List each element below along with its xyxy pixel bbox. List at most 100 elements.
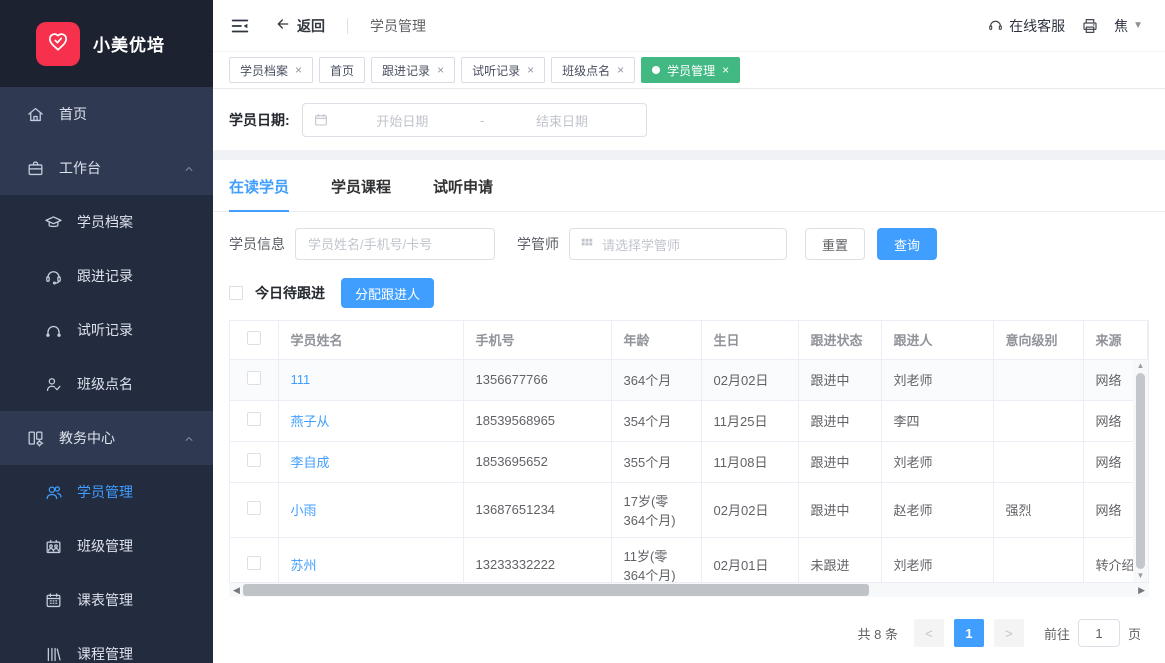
sidebar-item-class-rollcall[interactable]: 班级点名 (0, 357, 213, 411)
row-checkbox[interactable] (247, 501, 261, 515)
close-icon[interactable]: × (617, 64, 624, 76)
close-icon[interactable]: × (527, 64, 534, 76)
panels-gear-icon (26, 429, 45, 448)
sidebar-item-student-files[interactable]: 学员档案 (0, 195, 213, 249)
sidebar-item-class-management[interactable]: 班级管理 (0, 519, 213, 573)
cell-status: 跟进中 (798, 359, 881, 400)
tag-class-rollcall[interactable]: 班级点名 × (551, 57, 635, 83)
chevron-up-icon (183, 162, 195, 174)
printer-icon[interactable] (1081, 17, 1098, 34)
close-icon[interactable]: × (295, 64, 302, 76)
pagination: 共 8 条 < 1 > 前往 页 (213, 597, 1165, 647)
col-header-phone[interactable]: 手机号 (463, 321, 611, 359)
today-follow-checkbox[interactable] (229, 286, 243, 300)
search-button[interactable]: 查询 (877, 228, 937, 260)
headset-mic-icon (44, 267, 63, 286)
col-header-name[interactable]: 学员姓名 (278, 321, 463, 359)
col-header-status[interactable]: 跟进状态 (798, 321, 881, 359)
vertical-scroll-thumb[interactable] (1136, 373, 1145, 569)
close-icon[interactable]: × (437, 64, 444, 76)
cell-birthday: 02月02日 (701, 359, 798, 400)
brand-logo (36, 22, 80, 66)
tag-label: 学员档案 (240, 62, 288, 79)
sidebar-item-label: 首页 (59, 104, 87, 124)
sidebar-item-course-management[interactable]: 课程管理 (0, 627, 213, 663)
row-checkbox[interactable] (247, 556, 261, 570)
tag-student-files[interactable]: 学员档案 × (229, 57, 313, 83)
tab-student-courses[interactable]: 学员课程 (331, 176, 391, 212)
user-menu[interactable]: 焦 ▼ (1114, 16, 1143, 36)
sidebar-item-label: 班级管理 (77, 536, 133, 556)
sidebar-item-audition-records[interactable]: 试听记录 (0, 303, 213, 357)
tag-follow-records[interactable]: 跟进记录 × (371, 57, 455, 83)
sidebar-item-follow-records[interactable]: 跟进记录 (0, 249, 213, 303)
student-name-link[interactable]: 小雨 (291, 503, 317, 518)
page-1-button[interactable]: 1 (954, 619, 984, 647)
student-name-link[interactable]: 苏州 (291, 558, 317, 573)
sidebar-item-student-management[interactable]: 学员管理 (0, 465, 213, 519)
tab-enrolled-students[interactable]: 在读学员 (229, 176, 289, 212)
grid-icon (580, 237, 594, 251)
col-header-source[interactable]: 来源 (1083, 321, 1148, 359)
horizontal-scrollbar[interactable]: ◀ ▶ (229, 583, 1149, 597)
sidebar-item-label: 课表管理 (77, 590, 133, 610)
sidebar-item-home[interactable]: 首页 (0, 87, 213, 141)
back-button[interactable]: 返回 (275, 16, 325, 36)
tag-home[interactable]: 首页 (319, 57, 365, 83)
tag-student-management-active[interactable]: 学员管理 × (641, 57, 740, 83)
online-service-button[interactable]: 在线客服 (987, 16, 1065, 36)
content: 学员日期: 开始日期 - 结束日期 在读学员 学员课程 试听申请 (213, 89, 1165, 663)
tab-audition-applications[interactable]: 试听申请 (433, 176, 493, 212)
row-checkbox[interactable] (247, 453, 261, 467)
sidebar-item-timetable-management[interactable]: 课表管理 (0, 573, 213, 627)
scroll-left-icon[interactable]: ◀ (233, 586, 240, 595)
row-checkbox[interactable] (247, 371, 261, 385)
scroll-up-icon[interactable]: ▲ (1137, 362, 1145, 370)
date-range-picker[interactable]: 开始日期 - 结束日期 (302, 103, 647, 137)
students-table: 学员姓名 手机号 年龄 生日 跟进状态 跟进人 意向级别 来源 (229, 320, 1149, 583)
manager-select[interactable]: 请选择学管师 (569, 228, 787, 260)
student-name-link[interactable]: 李自成 (291, 455, 330, 470)
cell-follower: 刘老师 (881, 441, 993, 482)
assign-follower-button[interactable]: 分配跟进人 (341, 278, 434, 308)
sidebar-item-academic-center[interactable]: 教务中心 (0, 411, 213, 465)
cell-age: 17岁(零364个月) (611, 482, 701, 537)
cell-intent: 强烈 (993, 482, 1083, 537)
prev-page-button[interactable]: < (914, 619, 944, 647)
sidebar-item-label: 试听记录 (77, 320, 133, 340)
student-info-input[interactable] (295, 228, 495, 260)
scroll-right-icon[interactable]: ▶ (1138, 586, 1145, 595)
today-follow-label: 今日待跟进 (255, 283, 325, 303)
breadcrumb: 学员管理 (370, 16, 426, 36)
sidebar-item-label: 工作台 (59, 158, 101, 178)
col-header-follower[interactable]: 跟进人 (881, 321, 993, 359)
vertical-scrollbar[interactable]: ▲ ▼ (1133, 360, 1148, 582)
cell-age: 11岁(零364个月) (611, 537, 701, 583)
col-header-age[interactable]: 年龄 (611, 321, 701, 359)
row-checkbox[interactable] (247, 412, 261, 426)
horizontal-scroll-thumb[interactable] (243, 584, 869, 596)
close-icon[interactable]: × (722, 64, 729, 76)
col-header-intent[interactable]: 意向级别 (993, 321, 1083, 359)
reset-button[interactable]: 重置 (805, 228, 865, 260)
sidebar-item-workbench[interactable]: 工作台 (0, 141, 213, 195)
cell-birthday: 11月25日 (701, 400, 798, 441)
home-icon (26, 105, 45, 124)
person-check-icon (44, 375, 63, 394)
end-date-input[interactable]: 结束日期 (488, 111, 635, 130)
scroll-down-icon[interactable]: ▼ (1137, 572, 1145, 580)
student-name-link[interactable]: 燕子从 (291, 414, 330, 429)
next-page-button[interactable]: > (994, 619, 1024, 647)
cell-follower: 李四 (881, 400, 993, 441)
caret-down-icon: ▼ (1133, 20, 1143, 31)
cell-follower: 刘老师 (881, 359, 993, 400)
goto-page-input[interactable] (1078, 619, 1120, 647)
sidebar-collapse-icon[interactable] (229, 15, 251, 37)
student-name-link[interactable]: 111 (291, 372, 311, 387)
heart-icon (45, 28, 71, 59)
sidebar-item-label: 学员管理 (77, 482, 133, 502)
col-header-birthday[interactable]: 生日 (701, 321, 798, 359)
tag-audition-records[interactable]: 试听记录 × (461, 57, 545, 83)
select-all-checkbox[interactable] (247, 331, 261, 345)
start-date-input[interactable]: 开始日期 (329, 111, 476, 130)
